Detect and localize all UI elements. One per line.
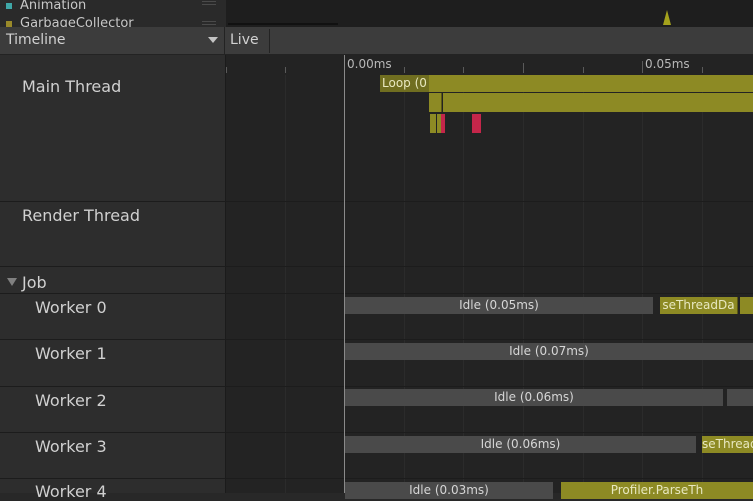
sample-marker[interactable] [441,114,445,133]
expand-triangle-icon[interactable] [7,278,17,286]
ruler-tick [285,67,286,73]
category-legend: Animation GarbageCollector [0,0,226,27]
worker-3-idle-sample[interactable]: Idle (0.06ms) [345,436,696,453]
ruler-label-start: 0.00ms [347,57,392,71]
view-mode-dropdown[interactable]: Timeline [0,27,225,54]
thread-label-worker-4[interactable]: Worker 4 [35,482,107,501]
live-label: Live [230,32,259,48]
legend-label: Animation [20,0,87,13]
thread-group-job[interactable]: Job [22,273,47,292]
thread-label-worker-2[interactable]: Worker 2 [35,391,107,410]
worker-2-idle-sample[interactable]: Idle (0.06ms) [345,389,723,406]
worker-0-task-sample[interactable] [740,297,753,314]
animation-color-swatch [6,2,12,9]
ruler-tick [583,67,584,73]
legend-item-animation[interactable]: Animation [6,0,216,13]
sample-block[interactable] [430,114,436,133]
gc-color-swatch [6,20,12,27]
thread-label-render[interactable]: Render Thread [22,206,140,225]
row-divider [0,386,753,387]
chevron-down-icon [208,37,218,43]
overview-spike [663,10,671,25]
row-divider [0,201,753,202]
drag-handle-icon[interactable] [202,1,216,5]
sample-label: Loop (0 [382,76,427,90]
worker-4-idle-sample[interactable]: Idle (0.03ms) [345,482,553,499]
worker-2-idle-sample[interactable] [727,389,753,406]
overview-strip: Animation GarbageCollector [0,0,753,28]
frame-start-line [344,55,345,493]
sample-block[interactable] [429,93,442,112]
ruler-tick [642,61,643,73]
ruler-tick [702,67,703,73]
grid-line [702,75,703,493]
drag-handle-icon[interactable] [202,21,216,25]
sample-block[interactable] [443,93,753,112]
timeline-view[interactable]: 0.00ms 0.05ms Loop (0 Idle (0.05ms) seTh… [0,55,753,499]
ruler-label-mid: 0.05ms [645,57,690,71]
grid-line [523,75,524,493]
worker-0-task-sample[interactable]: seThreadDa [660,297,738,314]
ruler-tick [404,67,405,73]
timeline-header: Timeline Live [0,27,753,55]
ruler-tick [463,67,464,73]
thread-labels-panel: Main Thread Render Thread Job Worker 0 W… [0,55,226,501]
thread-label-worker-0[interactable]: Worker 0 [35,298,107,317]
legend-label: GarbageCollector [20,16,134,28]
view-mode-label: Timeline [6,32,66,48]
sample-marker[interactable] [472,114,481,133]
live-toggle-button[interactable]: Live [225,29,270,53]
worker-4-task-sample[interactable]: Profiler.ParseTh [561,482,753,499]
row-divider [0,478,753,479]
thread-label-worker-3[interactable]: Worker 3 [35,437,107,456]
legend-item-garbage-collector[interactable]: GarbageCollector [6,16,216,28]
grid-line [404,75,405,493]
worker-0-idle-sample[interactable]: Idle (0.05ms) [345,297,653,314]
ruler-tick [226,67,227,73]
row-divider [0,339,753,340]
worker-1-idle-sample[interactable]: Idle (0.07ms) [345,343,753,360]
overview-range-marker [228,23,338,25]
worker-3-task-sample[interactable]: seThread [702,436,753,453]
grid-line [463,75,464,493]
ruler-tick [523,63,524,73]
row-divider [0,266,753,267]
grid-line [642,75,643,493]
thread-label-main[interactable]: Main Thread [22,77,121,96]
row-divider [0,432,753,433]
grid-line [285,75,286,493]
thread-label-worker-1[interactable]: Worker 1 [35,344,107,363]
time-ruler[interactable]: 0.00ms 0.05ms [226,55,753,75]
row-divider [0,293,753,294]
sample-block[interactable] [429,75,753,92]
grid-line [583,75,584,493]
